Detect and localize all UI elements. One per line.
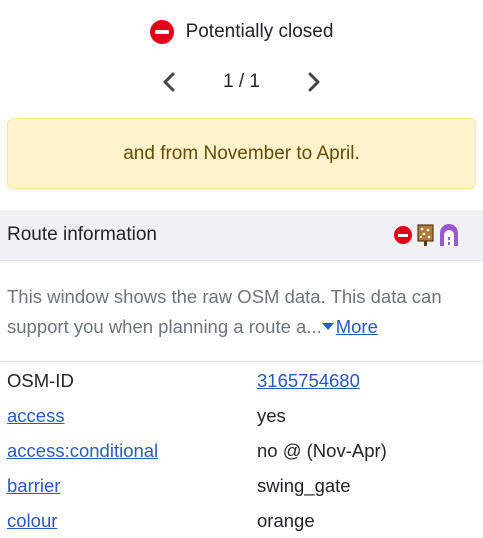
divider	[0, 361, 483, 362]
table-row: access:conditional no @ (Nov-Apr)	[7, 433, 477, 468]
more-link[interactable]: More	[321, 316, 378, 337]
tag-key-link[interactable]: barrier	[7, 475, 257, 497]
osm-id-link[interactable]: 3165754680	[257, 370, 360, 392]
tag-key-link[interactable]: colour	[7, 510, 257, 532]
condition-alert: and from November to April.	[7, 118, 476, 189]
no-entry-icon	[394, 226, 412, 244]
pager: 1 / 1	[0, 68, 483, 96]
tag-value: no @ (Nov-Apr)	[257, 439, 387, 461]
page-indicator: 1 / 1	[223, 71, 260, 92]
no-entry-icon	[149, 20, 174, 44]
status-label: Potentially closed	[185, 21, 334, 42]
status-line: Potentially closed	[0, 20, 483, 44]
section-title: Route information	[7, 224, 157, 245]
alert-text: and from November to April.	[123, 142, 360, 164]
tag-value: yes	[257, 404, 286, 426]
tag-key-link[interactable]: access:conditional	[7, 440, 257, 462]
chevron-right-icon[interactable]	[304, 68, 324, 96]
tag-key: OSM-ID	[7, 369, 74, 391]
swing-gate-icon	[417, 224, 434, 246]
tag-value: orange	[257, 509, 315, 531]
route-information-header: Route information	[0, 210, 483, 261]
tunnel-icon	[440, 224, 458, 246]
more-label: More	[335, 316, 378, 337]
description: This window shows the raw OSM data. This…	[7, 282, 477, 342]
caret-down-icon	[321, 323, 334, 330]
header-icons	[394, 224, 459, 246]
table-row: OSM-ID 3165754680	[7, 363, 477, 398]
tag-table: OSM-ID 3165754680 access yes access:cond…	[7, 363, 477, 538]
chevron-left-icon[interactable]	[159, 68, 179, 96]
table-row: barrier swing_gate	[7, 468, 477, 503]
tag-value: swing_gate	[257, 474, 351, 496]
table-row: access yes	[7, 398, 477, 433]
tag-key-link[interactable]: access	[7, 405, 257, 427]
